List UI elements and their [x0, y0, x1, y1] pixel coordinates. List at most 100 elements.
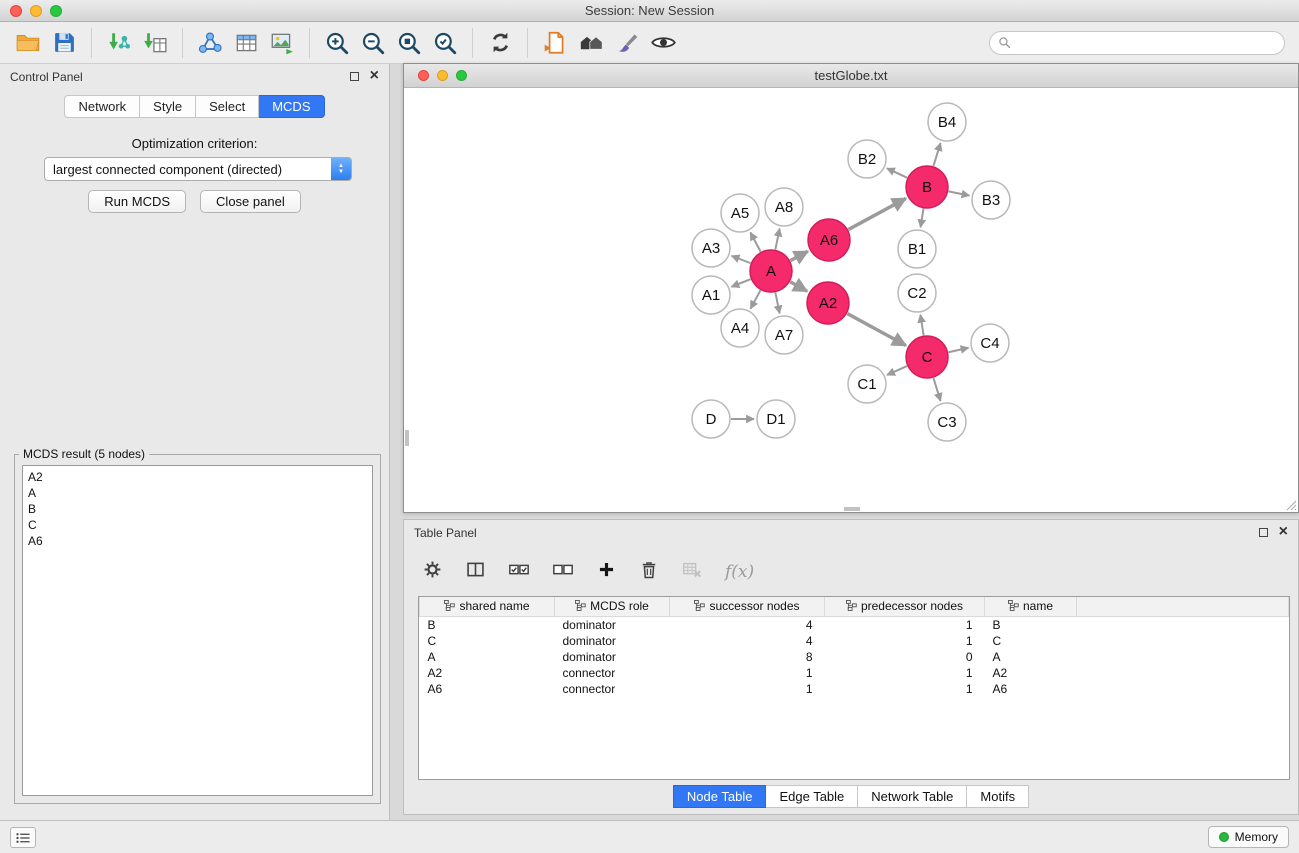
table-cell[interactable]: 8: [670, 649, 825, 665]
graph-edge-A-A1[interactable]: [731, 279, 750, 287]
table-cell[interactable]: connector: [555, 681, 670, 697]
table-cell[interactable]: C: [420, 633, 555, 649]
table-cell[interactable]: A2: [420, 665, 555, 681]
table-row[interactable]: A6connector11A6: [420, 681, 1289, 697]
table-row[interactable]: Adominator80A: [420, 649, 1289, 665]
tab-edge-table[interactable]: Edge Table: [766, 785, 858, 808]
graph-edge-A-A8[interactable]: [775, 229, 779, 250]
resize-grip[interactable]: [1285, 499, 1297, 511]
tab-motifs[interactable]: Motifs: [967, 785, 1029, 808]
result-item[interactable]: B: [28, 501, 367, 517]
style-button[interactable]: [609, 26, 645, 60]
show-columns-button[interactable]: [465, 559, 486, 585]
search-field[interactable]: [989, 31, 1285, 55]
unselect-all-button[interactable]: [552, 559, 574, 586]
eye-button[interactable]: [645, 26, 681, 60]
add-column-button[interactable]: [596, 559, 617, 585]
run-mcds-button[interactable]: Run MCDS: [88, 190, 186, 213]
graph-edge-A-A2[interactable]: [790, 282, 807, 291]
graph-node-C[interactable]: C: [906, 336, 948, 378]
table-cell[interactable]: A: [420, 649, 555, 665]
tab-node-table[interactable]: Node Table: [673, 785, 767, 808]
result-item[interactable]: A2: [28, 469, 367, 485]
float-table-panel-icon[interactable]: [1259, 528, 1268, 537]
table-cell[interactable]: dominator: [555, 649, 670, 665]
result-item[interactable]: C: [28, 517, 367, 533]
table-cell[interactable]: 1: [825, 633, 985, 649]
network-file-button[interactable]: [537, 26, 573, 60]
graph-node-A2[interactable]: A2: [807, 282, 849, 324]
horizontal-scrollbar-thumb[interactable]: [844, 507, 860, 511]
column-header-name[interactable]: name: [985, 597, 1077, 617]
zoom-out-button[interactable]: [355, 26, 391, 60]
zoom-selected-button[interactable]: [427, 26, 463, 60]
import-network-button[interactable]: [101, 26, 137, 60]
delete-column-button[interactable]: [639, 560, 659, 585]
save-session-button[interactable]: [46, 26, 82, 60]
graph-node-C4[interactable]: C4: [971, 324, 1009, 362]
table-cell[interactable]: 1: [825, 617, 985, 634]
table-row[interactable]: A2connector11A2: [420, 665, 1289, 681]
table-cell[interactable]: C: [985, 633, 1077, 649]
table-cell[interactable]: 4: [670, 617, 825, 634]
graph-edge-A6-B[interactable]: [848, 198, 906, 229]
graph-node-D[interactable]: D: [692, 400, 730, 438]
graph-node-C3[interactable]: C3: [928, 403, 966, 441]
network-canvas[interactable]: B4B2BB3A5A8A6A3B1AC2A1A2A4A7C4CC1DD1C3: [404, 88, 1298, 512]
table-cell[interactable]: A: [985, 649, 1077, 665]
float-panel-icon[interactable]: [350, 72, 359, 81]
search-input[interactable]: [1016, 35, 1276, 50]
table-cell[interactable]: A2: [985, 665, 1077, 681]
graph-node-A1[interactable]: A1: [692, 276, 730, 314]
close-panel-icon[interactable]: ×: [370, 67, 379, 85]
graph-edge-A-A4[interactable]: [751, 290, 761, 308]
graph-edge-C-C2[interactable]: [920, 315, 923, 336]
graph-edge-A2-C[interactable]: [847, 314, 906, 346]
graph-node-B[interactable]: B: [906, 166, 948, 208]
graph-edge-B-B4[interactable]: [933, 143, 940, 166]
new-table-button[interactable]: [228, 26, 264, 60]
table-cell[interactable]: B: [985, 617, 1077, 634]
task-history-button[interactable]: [10, 827, 36, 848]
tab-network[interactable]: Network: [64, 95, 140, 118]
graph-node-A5[interactable]: A5: [721, 194, 759, 232]
minimize-window-button[interactable]: [30, 5, 42, 17]
import-table-button[interactable]: [137, 26, 173, 60]
home-button[interactable]: [573, 26, 609, 60]
new-network-button[interactable]: [192, 26, 228, 60]
column-header-predecessor-nodes[interactable]: predecessor nodes: [825, 597, 985, 617]
column-header-mcds-role[interactable]: MCDS role: [555, 597, 670, 617]
memory-button[interactable]: Memory: [1208, 826, 1289, 848]
graph-edge-C-C3[interactable]: [933, 378, 940, 401]
tab-style[interactable]: Style: [140, 95, 196, 118]
table-cell[interactable]: 1: [825, 681, 985, 697]
refresh-button[interactable]: [482, 26, 518, 60]
graph-node-B4[interactable]: B4: [928, 103, 966, 141]
graph-edge-C-C4[interactable]: [948, 348, 968, 352]
table-settings-button[interactable]: [422, 559, 443, 585]
result-item[interactable]: A6: [28, 533, 367, 549]
table-cell[interactable]: 1: [825, 665, 985, 681]
table-cell[interactable]: dominator: [555, 633, 670, 649]
close-panel-button[interactable]: Close panel: [200, 190, 301, 213]
delete-table-button[interactable]: [681, 559, 703, 586]
table-cell[interactable]: A6: [985, 681, 1077, 697]
graph-node-C2[interactable]: C2: [898, 274, 936, 312]
close-window-button[interactable]: [10, 5, 22, 17]
table-cell[interactable]: dominator: [555, 617, 670, 634]
graph-node-B2[interactable]: B2: [848, 140, 886, 178]
vertical-scrollbar-thumb[interactable]: [405, 430, 409, 446]
graph-node-A3[interactable]: A3: [692, 229, 730, 267]
tab-network-table[interactable]: Network Table: [858, 785, 967, 808]
table-cell[interactable]: 4: [670, 633, 825, 649]
table-row[interactable]: Bdominator41B: [420, 617, 1289, 634]
graph-node-C1[interactable]: C1: [848, 365, 886, 403]
select-all-button[interactable]: [508, 559, 530, 586]
graph-node-A6[interactable]: A6: [808, 219, 850, 261]
table-cell[interactable]: 1: [670, 665, 825, 681]
graph-node-D1[interactable]: D1: [757, 400, 795, 438]
function-builder-button[interactable]: f(x): [725, 562, 754, 582]
zoom-in-button[interactable]: [319, 26, 355, 60]
graph-edge-B-B3[interactable]: [949, 191, 970, 195]
criterion-dropdown[interactable]: largest connected component (directed) ▲…: [44, 157, 352, 181]
